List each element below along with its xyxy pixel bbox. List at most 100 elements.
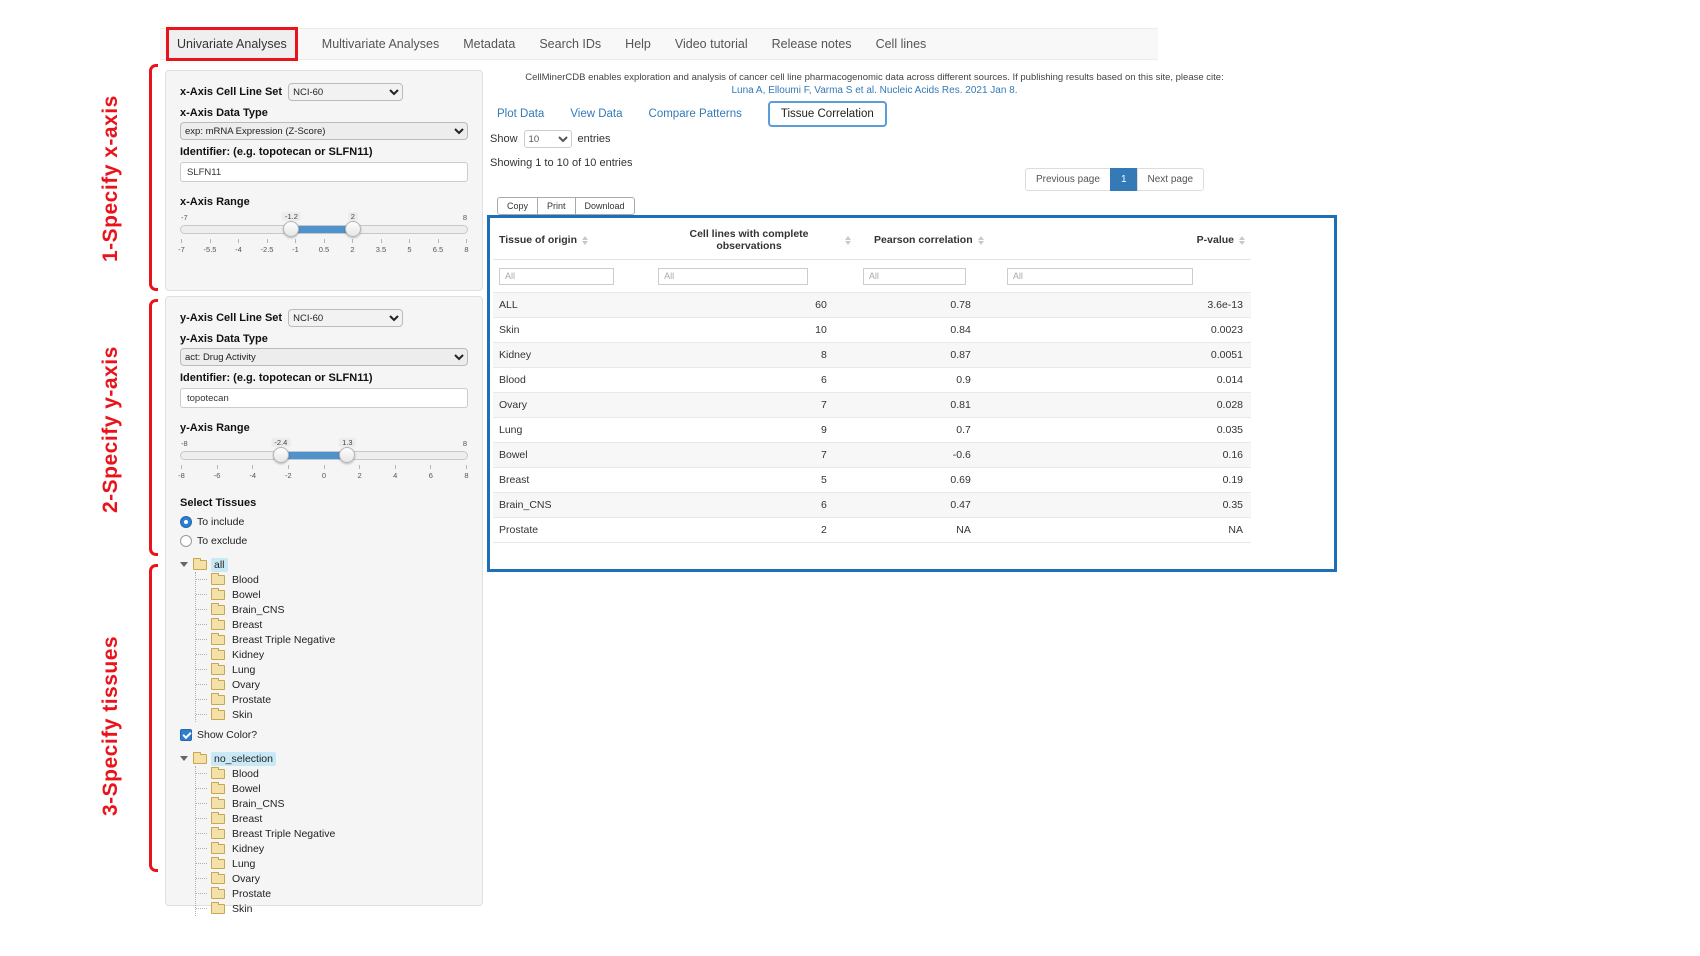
tree-item-kidney[interactable]: Kidney	[196, 841, 468, 856]
tree-item-brain-cns[interactable]: Brain_CNS	[196, 796, 468, 811]
tree-item-skin[interactable]: Skin	[196, 707, 468, 722]
nav-cell-lines[interactable]: Cell lines	[876, 37, 927, 51]
nav-help[interactable]: Help	[625, 37, 651, 51]
x-data-type-select[interactable]: exp: mRNA Expression (Z-Score)	[180, 122, 468, 140]
tab-view-data[interactable]: View Data	[570, 108, 622, 120]
x-cell-line-set-select[interactable]: NCI-60	[288, 83, 403, 101]
x-slider-handle-low[interactable]	[283, 221, 299, 237]
tree-item-ovary[interactable]: Ovary	[196, 677, 468, 692]
filter-pvalue-input[interactable]	[1007, 268, 1193, 285]
column-header-pearson[interactable]: Pearson correlation	[857, 220, 1001, 260]
tissues-include-radio[interactable]: To include	[180, 516, 468, 528]
nav-metadata[interactable]: Metadata	[463, 37, 515, 51]
tab-tissue-correlation[interactable]: Tissue Correlation	[768, 101, 887, 127]
entries-count-select[interactable]: 10	[524, 130, 572, 148]
tree-item-lung[interactable]: Lung	[196, 856, 468, 871]
table-row-blood[interactable]: Blood60.90.014	[493, 367, 1251, 392]
y-data-type-select[interactable]: act: Drug Activity	[180, 348, 468, 366]
table-row-brain-cns[interactable]: Brain_CNS60.470.35	[493, 492, 1251, 517]
x-slider-high-value: 2	[348, 212, 358, 221]
y-slider-handle-high[interactable]	[339, 447, 355, 463]
x-slider-handle-high[interactable]	[345, 221, 361, 237]
y-slider-handle-low[interactable]	[273, 447, 289, 463]
tree-item-blood[interactable]: Blood	[196, 766, 468, 781]
table-row-lung[interactable]: Lung90.70.035	[493, 417, 1251, 442]
folder-icon	[211, 665, 225, 675]
y-identifier-input[interactable]	[180, 388, 468, 408]
y-slider-high-value: 1.3	[339, 438, 355, 447]
radio-unselected-icon	[180, 535, 192, 547]
tab-plot-data[interactable]: Plot Data	[497, 108, 544, 120]
column-header-tissue[interactable]: Tissue of origin	[493, 220, 652, 260]
select-tissues-label: Select Tissues	[180, 497, 468, 509]
y-cell-line-set-label: y-Axis Cell Line Set	[180, 312, 282, 324]
entries-control: Show 10 entries	[490, 130, 611, 148]
filter-pearson-input[interactable]	[863, 268, 966, 285]
nav-search-ids[interactable]: Search IDs	[539, 37, 601, 51]
nav-video-tutorial[interactable]: Video tutorial	[675, 37, 748, 51]
tree-item-blood[interactable]: Blood	[196, 572, 468, 587]
tree-item-breast[interactable]: Breast	[196, 617, 468, 632]
table-row-all[interactable]: ALL600.783.6e-13	[493, 292, 1251, 317]
nav-multivariate-analyses[interactable]: Multivariate Analyses	[322, 37, 439, 51]
folder-icon	[211, 859, 225, 869]
x-axis-range-slider[interactable]: -7 -1.2 2 8 -7 -5.5 -4 -2.5 -1 0.5 2	[180, 212, 468, 257]
sort-icon[interactable]	[978, 233, 984, 248]
x-axis-panel: x-Axis Cell Line Set NCI-60 x-Axis Data …	[165, 70, 483, 291]
x-identifier-input[interactable]	[180, 162, 468, 182]
tree-root-all[interactable]: all	[180, 557, 468, 572]
tree-item-prostate[interactable]: Prostate	[196, 692, 468, 707]
exclude-radio-label: To exclude	[197, 535, 247, 547]
tissues-exclude-radio[interactable]: To exclude	[180, 535, 468, 547]
page: Univariate Analyses Multivariate Analyse…	[0, 0, 1700, 956]
tree-item-label: Brain_CNS	[229, 603, 288, 617]
column-header-cell-lines[interactable]: Cell lines with complete observations	[652, 220, 857, 260]
export-buttons: Copy Print Download	[497, 197, 635, 215]
table-row-skin[interactable]: Skin100.840.0023	[493, 317, 1251, 342]
tab-compare-patterns[interactable]: Compare Patterns	[649, 108, 742, 120]
tree-item-breast-triple-negative[interactable]: Breast Triple Negative	[196, 826, 468, 841]
column-header-pvalue[interactable]: P-value	[1001, 220, 1251, 260]
folder-icon	[211, 710, 225, 720]
tree-item-bowel[interactable]: Bowel	[196, 781, 468, 796]
tree-item-breast-triple-negative[interactable]: Breast Triple Negative	[196, 632, 468, 647]
table-row-bowel[interactable]: Bowel7-0.60.16	[493, 442, 1251, 467]
tree-item-breast[interactable]: Breast	[196, 811, 468, 826]
next-page-button[interactable]: Next page	[1137, 168, 1205, 191]
tree-expand-icon[interactable]	[180, 560, 189, 569]
tree-item-kidney[interactable]: Kidney	[196, 647, 468, 662]
print-button[interactable]: Print	[537, 197, 576, 215]
tree-item-bowel[interactable]: Bowel	[196, 587, 468, 602]
tree-item-lung[interactable]: Lung	[196, 662, 468, 677]
tree-root-label: all	[211, 558, 228, 572]
tree-item-label: Skin	[229, 902, 255, 916]
tree-item-brain-cns[interactable]: Brain_CNS	[196, 602, 468, 617]
tree-item-skin[interactable]: Skin	[196, 901, 468, 916]
tree-item-label: Skin	[229, 708, 255, 722]
tree-root-no-selection[interactable]: no_selection	[180, 751, 468, 766]
y-axis-range-slider[interactable]: -8 -2.4 1.3 8 -8 -6 -4 -2 0 2 4 6	[180, 438, 468, 483]
copy-button[interactable]: Copy	[497, 197, 538, 215]
page-1-button[interactable]: 1	[1110, 168, 1138, 191]
y-cell-line-set-select[interactable]: NCI-60	[288, 309, 403, 327]
citation-link[interactable]: Luna A, Elloumi F, Varma S et al. Nuclei…	[487, 85, 1262, 96]
tree-expand-icon[interactable]	[180, 754, 189, 763]
nav-release-notes[interactable]: Release notes	[772, 37, 852, 51]
table-row-prostate[interactable]: Prostate2NANA	[493, 517, 1251, 542]
table-row-kidney[interactable]: Kidney80.870.0051	[493, 342, 1251, 367]
previous-page-button[interactable]: Previous page	[1025, 168, 1111, 191]
tree-item-prostate[interactable]: Prostate	[196, 886, 468, 901]
sort-icon[interactable]	[845, 233, 851, 248]
sort-icon[interactable]	[582, 233, 588, 248]
tree-item-label: Ovary	[229, 872, 263, 886]
y-slider-min-label: -8	[181, 439, 188, 448]
table-row-breast[interactable]: Breast50.690.19	[493, 467, 1251, 492]
show-color-checkbox[interactable]: Show Color?	[180, 729, 468, 741]
table-row-ovary[interactable]: Ovary70.810.028	[493, 392, 1251, 417]
nav-univariate-analyses[interactable]: Univariate Analyses	[166, 27, 298, 61]
download-button[interactable]: Download	[575, 197, 635, 215]
filter-tissue-input[interactable]	[499, 268, 614, 285]
tree-item-ovary[interactable]: Ovary	[196, 871, 468, 886]
filter-cell-lines-input[interactable]	[658, 268, 808, 285]
sort-icon[interactable]	[1239, 233, 1245, 248]
